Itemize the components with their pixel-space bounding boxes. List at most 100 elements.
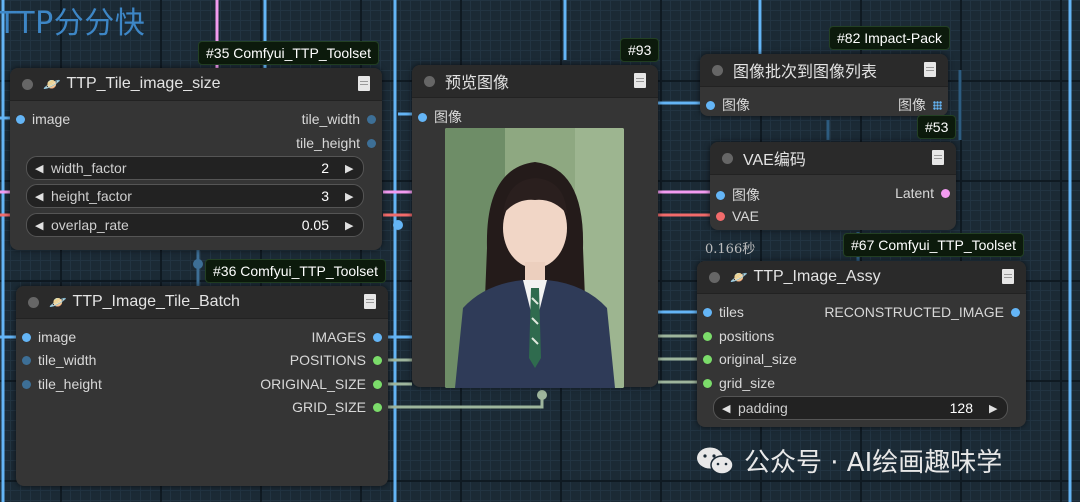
decrement-arrow-icon[interactable]: ◀ [35,162,45,175]
input-dot[interactable] [16,114,25,124]
output-slot-images[interactable]: IMAGES [312,329,382,345]
output-dot[interactable] [941,188,950,198]
output-slot-tile-height[interactable]: tile_height [296,135,376,151]
output-dot[interactable] [373,402,382,412]
node-header[interactable]: 🪐 TTP_Image_Assy [697,261,1026,294]
input-slot-image[interactable]: image [16,111,70,127]
increment-arrow-icon[interactable]: ▶ [345,190,355,203]
widget-name: height_factor [51,188,132,204]
collapse-toggle[interactable] [709,271,720,283]
node-image-assy[interactable]: 🪐 TTP_Image_Assy tiles positions origina… [697,261,1026,427]
collapse-toggle[interactable] [722,152,733,164]
collapse-toggle[interactable] [712,64,723,76]
widget-value[interactable]: 2 [321,160,329,176]
input-dot[interactable] [22,332,31,342]
input-dot[interactable] [703,307,712,317]
decrement-arrow-icon[interactable]: ◀ [722,402,732,415]
document-icon[interactable] [924,62,936,77]
widget-overlap-rate[interactable]: ◀ overlap_rate 0.05 ▶ [26,213,364,237]
node-header[interactable]: 🪐 TTP_Tile_image_size [10,68,382,101]
widget-value[interactable]: 128 [950,400,973,416]
slot-label: 图像 [732,187,760,203]
wechat-icon [696,446,734,476]
reroute-dot[interactable] [393,220,403,230]
output-slot-grid-size[interactable]: GRID_SIZE [292,399,382,415]
output-slot-image-list[interactable]: 图像 [898,95,942,115]
reroute-dot[interactable] [193,259,203,269]
output-dot[interactable] [373,332,382,342]
input-slot-image[interactable]: 图像 [706,95,750,115]
input-slot-image[interactable]: image [22,329,76,345]
input-slot-image[interactable]: 图像 [716,185,760,205]
slot-label: ORIGINAL_SIZE [260,376,366,392]
input-dot[interactable] [703,354,712,364]
node-vae-encode[interactable]: VAE编码 图像 VAE Latent [710,142,956,230]
output-dot[interactable] [367,138,376,148]
reroute-dot[interactable] [537,390,547,400]
input-dot[interactable] [22,379,31,389]
output-slot-latent[interactable]: Latent [895,185,950,201]
slot-label: tile_width [38,352,97,368]
output-dot[interactable] [367,114,376,124]
increment-arrow-icon[interactable]: ▶ [989,402,999,415]
input-slot-original-size[interactable]: original_size [703,351,797,367]
widget-height-factor[interactable]: ◀ height_factor 3 ▶ [26,184,364,208]
output-slot-tile-width[interactable]: tile_width [302,111,376,127]
node-image-tile-batch[interactable]: 🪐 TTP_Image_Tile_Batch image tile_width … [16,286,388,486]
grid-size-link[interactable] [383,395,544,409]
input-dot[interactable] [22,355,31,365]
node-title: VAE编码 [743,152,806,169]
slot-label: POSITIONS [289,352,366,368]
widget-value[interactable]: 3 [321,188,329,204]
collapse-toggle[interactable] [28,296,39,308]
output-slot-original-size[interactable]: ORIGINAL_SIZE [260,376,382,392]
node-preview-image[interactable]: 预览图像 图像 [412,65,658,388]
slot-label: tile_height [296,135,360,151]
input-slot-tile-width[interactable]: tile_width [22,352,96,368]
input-dot[interactable] [703,378,712,388]
input-dot[interactable] [716,190,725,200]
document-icon[interactable] [932,150,944,165]
document-icon[interactable] [364,294,376,309]
output-dot[interactable] [1011,307,1020,317]
node-header[interactable]: 预览图像 [412,65,658,98]
slot-label: original_size [719,351,797,367]
node-tile-image-size[interactable]: 🪐 TTP_Tile_image_size image tile_width t… [10,68,382,250]
input-slot-vae[interactable]: VAE [716,208,759,224]
collapse-toggle[interactable] [22,78,33,90]
node-header[interactable]: 🪐 TTP_Image_Tile_Batch [16,286,388,319]
node-header[interactable]: 图像批次到图像列表 [700,54,948,87]
document-icon[interactable] [634,73,646,88]
input-dot[interactable] [706,100,715,110]
execution-time: 0.166秒 [705,242,756,257]
node-header[interactable]: VAE编码 [710,142,956,175]
increment-arrow-icon[interactable]: ▶ [345,162,355,175]
widget-padding[interactable]: ◀ padding 128 ▶ [713,396,1008,420]
decrement-arrow-icon[interactable]: ◀ [35,190,45,203]
node-title: 预览图像 [445,75,510,92]
input-slot-positions[interactable]: positions [703,328,774,344]
output-slot-reconstructed-image[interactable]: RECONSTRUCTED_IMAGE [824,304,1020,320]
slot-label: 图像 [898,97,926,113]
input-slot-grid-size[interactable]: grid_size [703,375,775,391]
slot-label: tiles [719,304,744,320]
document-icon[interactable] [358,76,370,91]
document-icon[interactable] [1002,269,1014,284]
decrement-arrow-icon[interactable]: ◀ [35,219,45,232]
output-dot[interactable] [373,355,382,365]
input-slot-tile-height[interactable]: tile_height [22,376,102,392]
input-slot-image[interactable]: 图像 [418,107,462,127]
collapse-toggle[interactable] [424,75,435,87]
node-batch-to-list[interactable]: 图像批次到图像列表 图像 图像 [700,54,948,116]
input-dot[interactable] [703,331,712,341]
input-dot[interactable] [418,112,427,122]
input-dot[interactable] [716,211,725,221]
increment-arrow-icon[interactable]: ▶ [345,219,355,232]
output-slot-positions[interactable]: POSITIONS [290,352,382,368]
output-dot[interactable] [373,379,382,389]
input-slot-tiles[interactable]: tiles [703,304,744,320]
preview-image[interactable] [445,128,624,388]
list-grid-icon[interactable] [933,100,942,110]
widget-width-factor[interactable]: ◀ width_factor 2 ▶ [26,156,364,180]
widget-value[interactable]: 0.05 [302,217,329,233]
